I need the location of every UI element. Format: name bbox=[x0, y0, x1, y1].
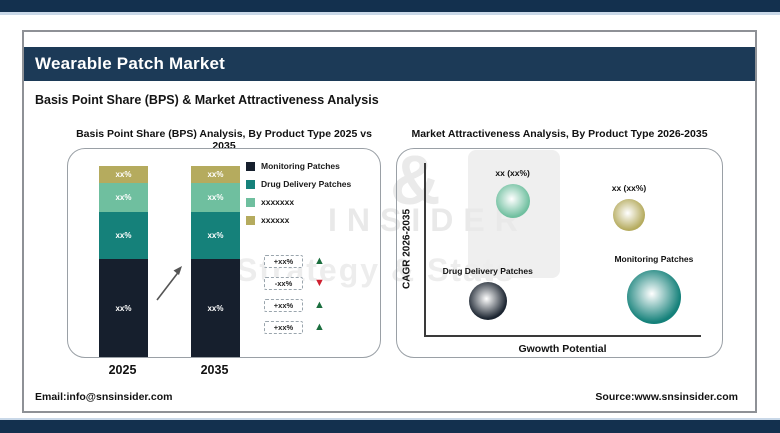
report-subtitle: Basis Point Share (BPS) & Market Attract… bbox=[35, 93, 379, 107]
y-axis-label: CAGR 2026-2035 bbox=[399, 163, 415, 335]
bar-segment-monitoring-patches: xx% bbox=[191, 259, 240, 357]
bar-segment-xxxxxx: xx% bbox=[191, 166, 240, 183]
triangle-down-icon: ▼ bbox=[314, 278, 325, 289]
legend-swatch-icon bbox=[246, 198, 255, 207]
footer-source: Source:www.snsinsider.com bbox=[595, 391, 738, 403]
bubble-label: xx (xx%) bbox=[495, 168, 530, 178]
legend-swatch-icon bbox=[246, 162, 255, 171]
footer-email: Email:info@snsinsider.com bbox=[35, 391, 172, 403]
bar-segment-drug-delivery-patches: xx% bbox=[191, 212, 240, 259]
triangle-up-icon: ▲ bbox=[314, 322, 325, 333]
change-row: +xx% ▲ bbox=[264, 299, 325, 312]
legend-label: xxxxxxx bbox=[261, 197, 294, 207]
trend-up-arrow-icon bbox=[151, 261, 189, 305]
bar-segment-xxxxxxx: xx% bbox=[99, 183, 148, 212]
change-badge: +xx% bbox=[264, 255, 303, 268]
report-title-bar: Wearable Patch Market bbox=[24, 47, 755, 81]
bubble-circle bbox=[627, 270, 681, 324]
legend-swatch-icon bbox=[246, 216, 255, 225]
change-row: +xx% ▲ bbox=[264, 321, 325, 334]
bubble-circle bbox=[469, 282, 507, 320]
bubble-circle bbox=[613, 199, 645, 231]
attractiveness-chart-title: Market Attractiveness Analysis, By Produ… bbox=[396, 128, 723, 140]
stacked-bar-2025: xx%xx%xx%xx% bbox=[99, 166, 148, 357]
legend-label: Drug Delivery Patches bbox=[261, 179, 351, 189]
bubble-label: Drug Delivery Patches bbox=[443, 266, 533, 276]
bar-segment-drug-delivery-patches: xx% bbox=[99, 212, 148, 259]
change-badge: -xx% bbox=[264, 277, 303, 290]
change-badge: +xx% bbox=[264, 299, 303, 312]
infographic-canvas: & INSIDER Strategy & Stats Wearable Patc… bbox=[0, 0, 780, 433]
bar-segment-xxxxxxx: xx% bbox=[191, 183, 240, 212]
bar-category-label: 2025 bbox=[98, 363, 147, 377]
legend-label: Monitoring Patches bbox=[261, 161, 340, 171]
bps-chart-panel: xx%xx%xx%xx%xx%xx%xx%xx% Monitoring Patc… bbox=[67, 148, 381, 358]
bar-segment-monitoring-patches: xx% bbox=[99, 259, 148, 357]
x-axis-label: Gwowth Potential bbox=[424, 343, 701, 355]
stacked-bar-2035: xx%xx%xx%xx% bbox=[191, 166, 240, 357]
bps-legend: Monitoring Patches Drug Delivery Patches x… bbox=[246, 161, 351, 225]
bubble-circle bbox=[496, 184, 530, 218]
bubble-label: Monitoring Patches bbox=[614, 254, 693, 264]
legend-label: xxxxxx bbox=[261, 215, 289, 225]
legend-swatch-icon bbox=[246, 180, 255, 189]
legend-item: Drug Delivery Patches bbox=[246, 179, 351, 189]
change-row: -xx% ▼ bbox=[264, 277, 325, 290]
report-title: Wearable Patch Market bbox=[24, 54, 225, 74]
legend-item: xxxxxx bbox=[246, 215, 351, 225]
triangle-up-icon: ▲ bbox=[314, 256, 325, 267]
triangle-up-icon: ▲ bbox=[314, 300, 325, 311]
x-axis-line bbox=[424, 335, 701, 337]
attractiveness-chart-panel: CAGR 2026-2035 Gwowth Potential xx (xx%)… bbox=[396, 148, 723, 358]
change-row: +xx% ▲ bbox=[264, 255, 325, 268]
bar-segment-xxxxxx: xx% bbox=[99, 166, 148, 183]
bubble-label: xx (xx%) bbox=[612, 183, 647, 193]
bar-category-label: 2035 bbox=[190, 363, 239, 377]
legend-item: Monitoring Patches bbox=[246, 161, 351, 171]
legend-item: xxxxxxx bbox=[246, 197, 351, 207]
bps-change-badges: +xx% ▲ -xx% ▼ +xx% ▲ +xx% ▲ bbox=[264, 255, 325, 334]
change-badge: +xx% bbox=[264, 321, 303, 334]
bubble-plot-area: xx (xx%) xx (xx%) Drug Delivery Patches Mon… bbox=[424, 163, 701, 335]
